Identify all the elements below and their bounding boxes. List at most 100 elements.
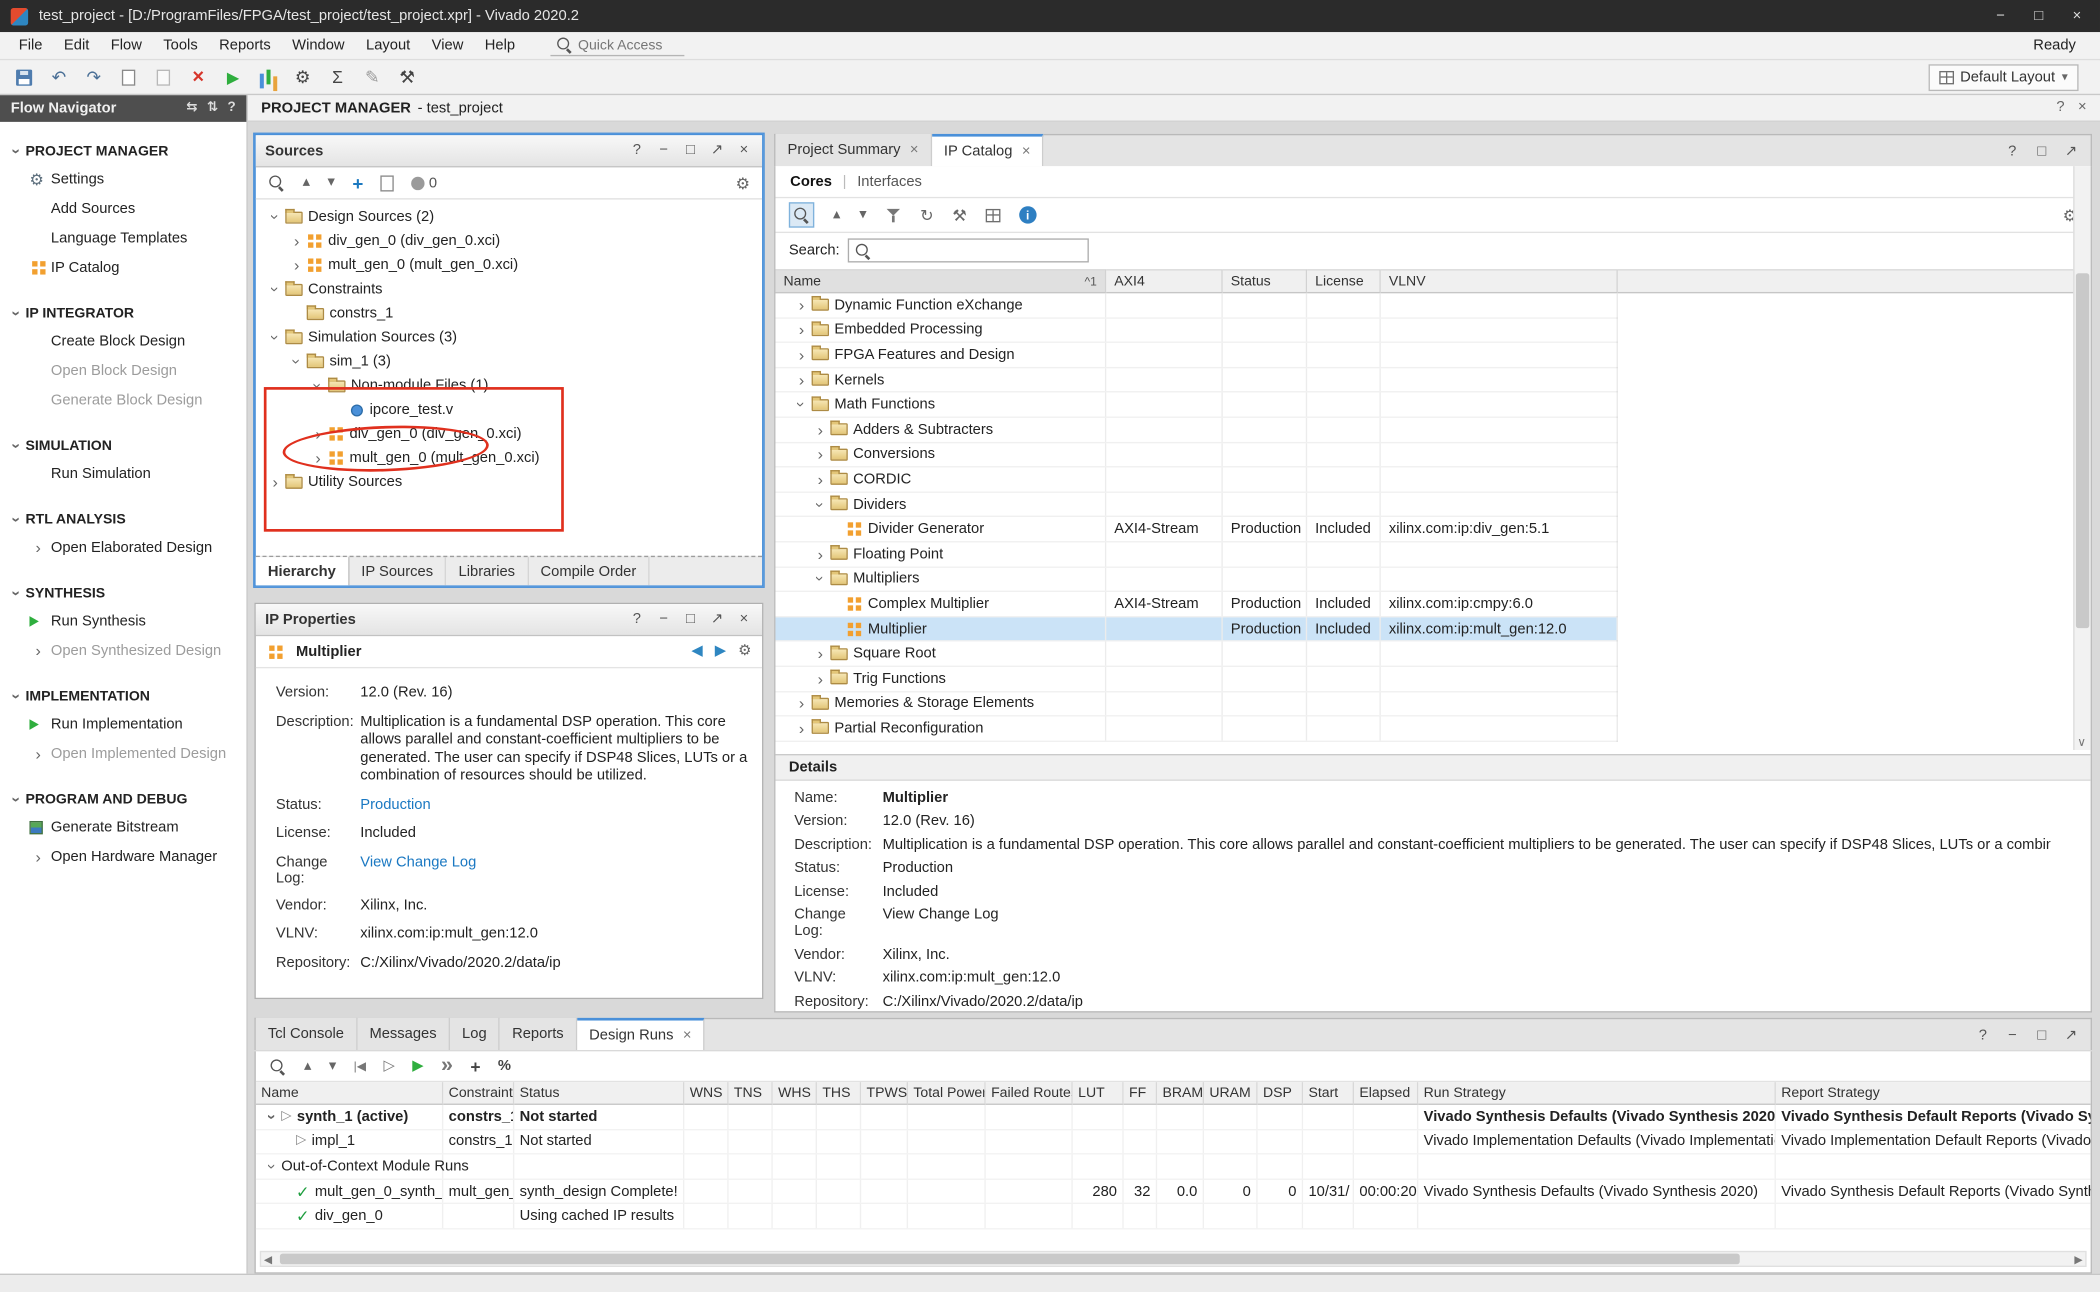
sidebar-item-open-implemented-design[interactable]: Open Implemented Design [0, 739, 246, 768]
menu-flow[interactable]: Flow [100, 35, 153, 56]
run-row-mult-gen-0-synth-1[interactable]: mult_gen_0_synth_1 mult_gen_0 synth_desi… [256, 1180, 2091, 1205]
float-icon[interactable] [682, 143, 699, 158]
chevron-down-icon[interactable] [267, 329, 283, 346]
catalog-row[interactable]: Trig Functions [775, 667, 1616, 692]
copy-button[interactable] [115, 64, 142, 91]
tree-row-non-module-files[interactable]: Non-module Files (1) [256, 374, 762, 398]
column-header[interactable]: Run Strategy [1418, 1082, 1776, 1105]
chevron-right-icon[interactable] [29, 849, 46, 865]
paste-button[interactable] [150, 64, 177, 91]
quick-access-search[interactable] [550, 35, 684, 56]
tree-row-utility-sources[interactable]: Utility Sources [256, 470, 762, 494]
chevron-down-icon[interactable] [812, 496, 828, 513]
column-header[interactable]: Constraints [443, 1082, 514, 1105]
chevron-right-icon[interactable] [288, 257, 305, 273]
column-header[interactable]: Total Power [908, 1082, 986, 1105]
tree-row-sim-mult-gen-0[interactable]: mult_gen_0 (mult_gen_0.xci) [256, 446, 762, 470]
chevron-right-icon[interactable] [812, 646, 829, 662]
expand-all-icon[interactable] [329, 1059, 336, 1074]
expand-collapse-icon[interactable] [207, 102, 218, 115]
catalog-row[interactable]: Math Functions [775, 393, 1616, 418]
minimize-icon[interactable] [2004, 1029, 2021, 1044]
chevron-down-icon[interactable] [265, 1108, 281, 1125]
column-header[interactable]: THS [817, 1082, 861, 1105]
chevron-right-icon[interactable] [309, 450, 326, 466]
tree-row-sim-1[interactable]: sim_1 (3) [256, 350, 762, 374]
run-row-div-gen-0[interactable]: div_gen_0 Using cached IP results [256, 1205, 2091, 1230]
chevron-right-icon[interactable] [29, 643, 46, 659]
status-link[interactable]: Production [360, 796, 748, 814]
close-tab-icon[interactable] [683, 1028, 692, 1043]
refresh-icon[interactable] [920, 207, 933, 223]
chevron-right-icon[interactable] [309, 426, 326, 442]
column-header-name[interactable]: Name^1 [775, 269, 1106, 293]
close-tab-icon[interactable] [1022, 144, 1031, 159]
collapse-all-icon[interactable] [833, 208, 840, 223]
tab-project-summary[interactable]: Project Summary [775, 134, 931, 166]
menu-view[interactable]: View [421, 35, 474, 56]
tools-button[interactable] [394, 64, 421, 91]
scroll-right-icon[interactable] [2074, 1255, 2082, 1266]
sidebar-item-run-implementation[interactable]: Run Implementation [0, 710, 246, 739]
close-tab-icon[interactable] [910, 143, 919, 158]
column-header-status[interactable]: Status [1223, 269, 1307, 293]
menu-reports[interactable]: Reports [208, 35, 281, 56]
chevron-down-icon[interactable] [267, 281, 283, 298]
scroll-left-icon[interactable] [264, 1255, 272, 1266]
catalog-row[interactable]: Square Root [775, 642, 1616, 667]
catalog-row[interactable]: Dividers [775, 493, 1616, 518]
collapse-all-icon[interactable] [303, 175, 310, 190]
sidebar-item-open-synthesized-design[interactable]: Open Synthesized Design [0, 636, 246, 665]
chevron-right-icon[interactable] [812, 546, 829, 562]
subtab-cores[interactable]: Cores [790, 173, 832, 189]
tab-ip-sources[interactable]: IP Sources [349, 557, 446, 585]
float-icon[interactable] [2033, 1029, 2050, 1044]
search-icon[interactable] [269, 1057, 286, 1074]
chevron-down-icon[interactable] [289, 353, 305, 370]
chevron-right-icon[interactable] [793, 720, 810, 736]
chevron-down-icon[interactable] [267, 208, 283, 225]
catalog-row[interactable]: CORDIC [775, 468, 1616, 493]
column-header[interactable]: URAM [1204, 1082, 1258, 1105]
chevron-right-icon[interactable] [288, 233, 305, 249]
column-header[interactable]: WNS [684, 1082, 728, 1105]
sidebar-item-generate-bitstream[interactable]: Generate Bitstream [0, 813, 246, 842]
window-maximize-button[interactable] [2034, 9, 2043, 24]
layout-selector[interactable]: Default Layout [1928, 64, 2079, 91]
catalog-row[interactable]: Conversions [775, 443, 1616, 468]
scrollbar-thumb[interactable] [280, 1254, 1740, 1265]
chevron-right-icon[interactable] [812, 671, 829, 687]
sidebar-item-open-elaborated-design[interactable]: Open Elaborated Design [0, 533, 246, 562]
quick-access-input[interactable] [578, 37, 678, 53]
menu-edit[interactable]: Edit [53, 35, 100, 56]
sidebar-item-generate-block-design[interactable]: Generate Block Design [0, 386, 246, 415]
column-header[interactable]: TNS [729, 1082, 773, 1105]
expand-all-icon[interactable] [327, 175, 334, 190]
help-icon[interactable] [628, 143, 645, 158]
chevron-right-icon[interactable] [29, 540, 46, 556]
column-header[interactable]: FF [1124, 1082, 1157, 1105]
tab-compile-order[interactable]: Compile Order [528, 557, 649, 585]
chevron-right-icon[interactable] [812, 446, 829, 462]
chevron-right-icon[interactable] [793, 322, 810, 338]
tab-messages[interactable]: Messages [357, 1018, 450, 1050]
tree-row-ipcore-test-v[interactable]: ipcore_test.v [256, 398, 762, 422]
run-row-impl-1[interactable]: impl_1 constrs_1 Not started [256, 1130, 2091, 1155]
sidebar-item-ip-catalog[interactable]: IP Catalog [0, 253, 246, 282]
menu-window[interactable]: Window [281, 35, 355, 56]
column-header[interactable]: Elapsed [1354, 1082, 1418, 1105]
tab-reports[interactable]: Reports [500, 1018, 577, 1050]
help-icon[interactable] [1974, 1029, 1991, 1044]
chevron-down-icon[interactable] [265, 1158, 281, 1175]
filter-icon[interactable] [885, 207, 901, 223]
sidebar-item-language-templates[interactable]: Language Templates [0, 224, 246, 253]
gear-icon[interactable] [738, 644, 751, 659]
window-minimize-button[interactable] [1996, 9, 2005, 24]
column-header-vlnv[interactable]: VLNV [1381, 269, 1618, 293]
close-icon[interactable] [2078, 100, 2087, 115]
minimize-icon[interactable] [655, 612, 672, 627]
edit-button[interactable] [359, 64, 386, 91]
close-icon[interactable] [735, 143, 752, 158]
float-icon[interactable] [682, 612, 699, 627]
tree-row-div-gen-0[interactable]: div_gen_0 (div_gen_0.xci) [256, 229, 762, 253]
